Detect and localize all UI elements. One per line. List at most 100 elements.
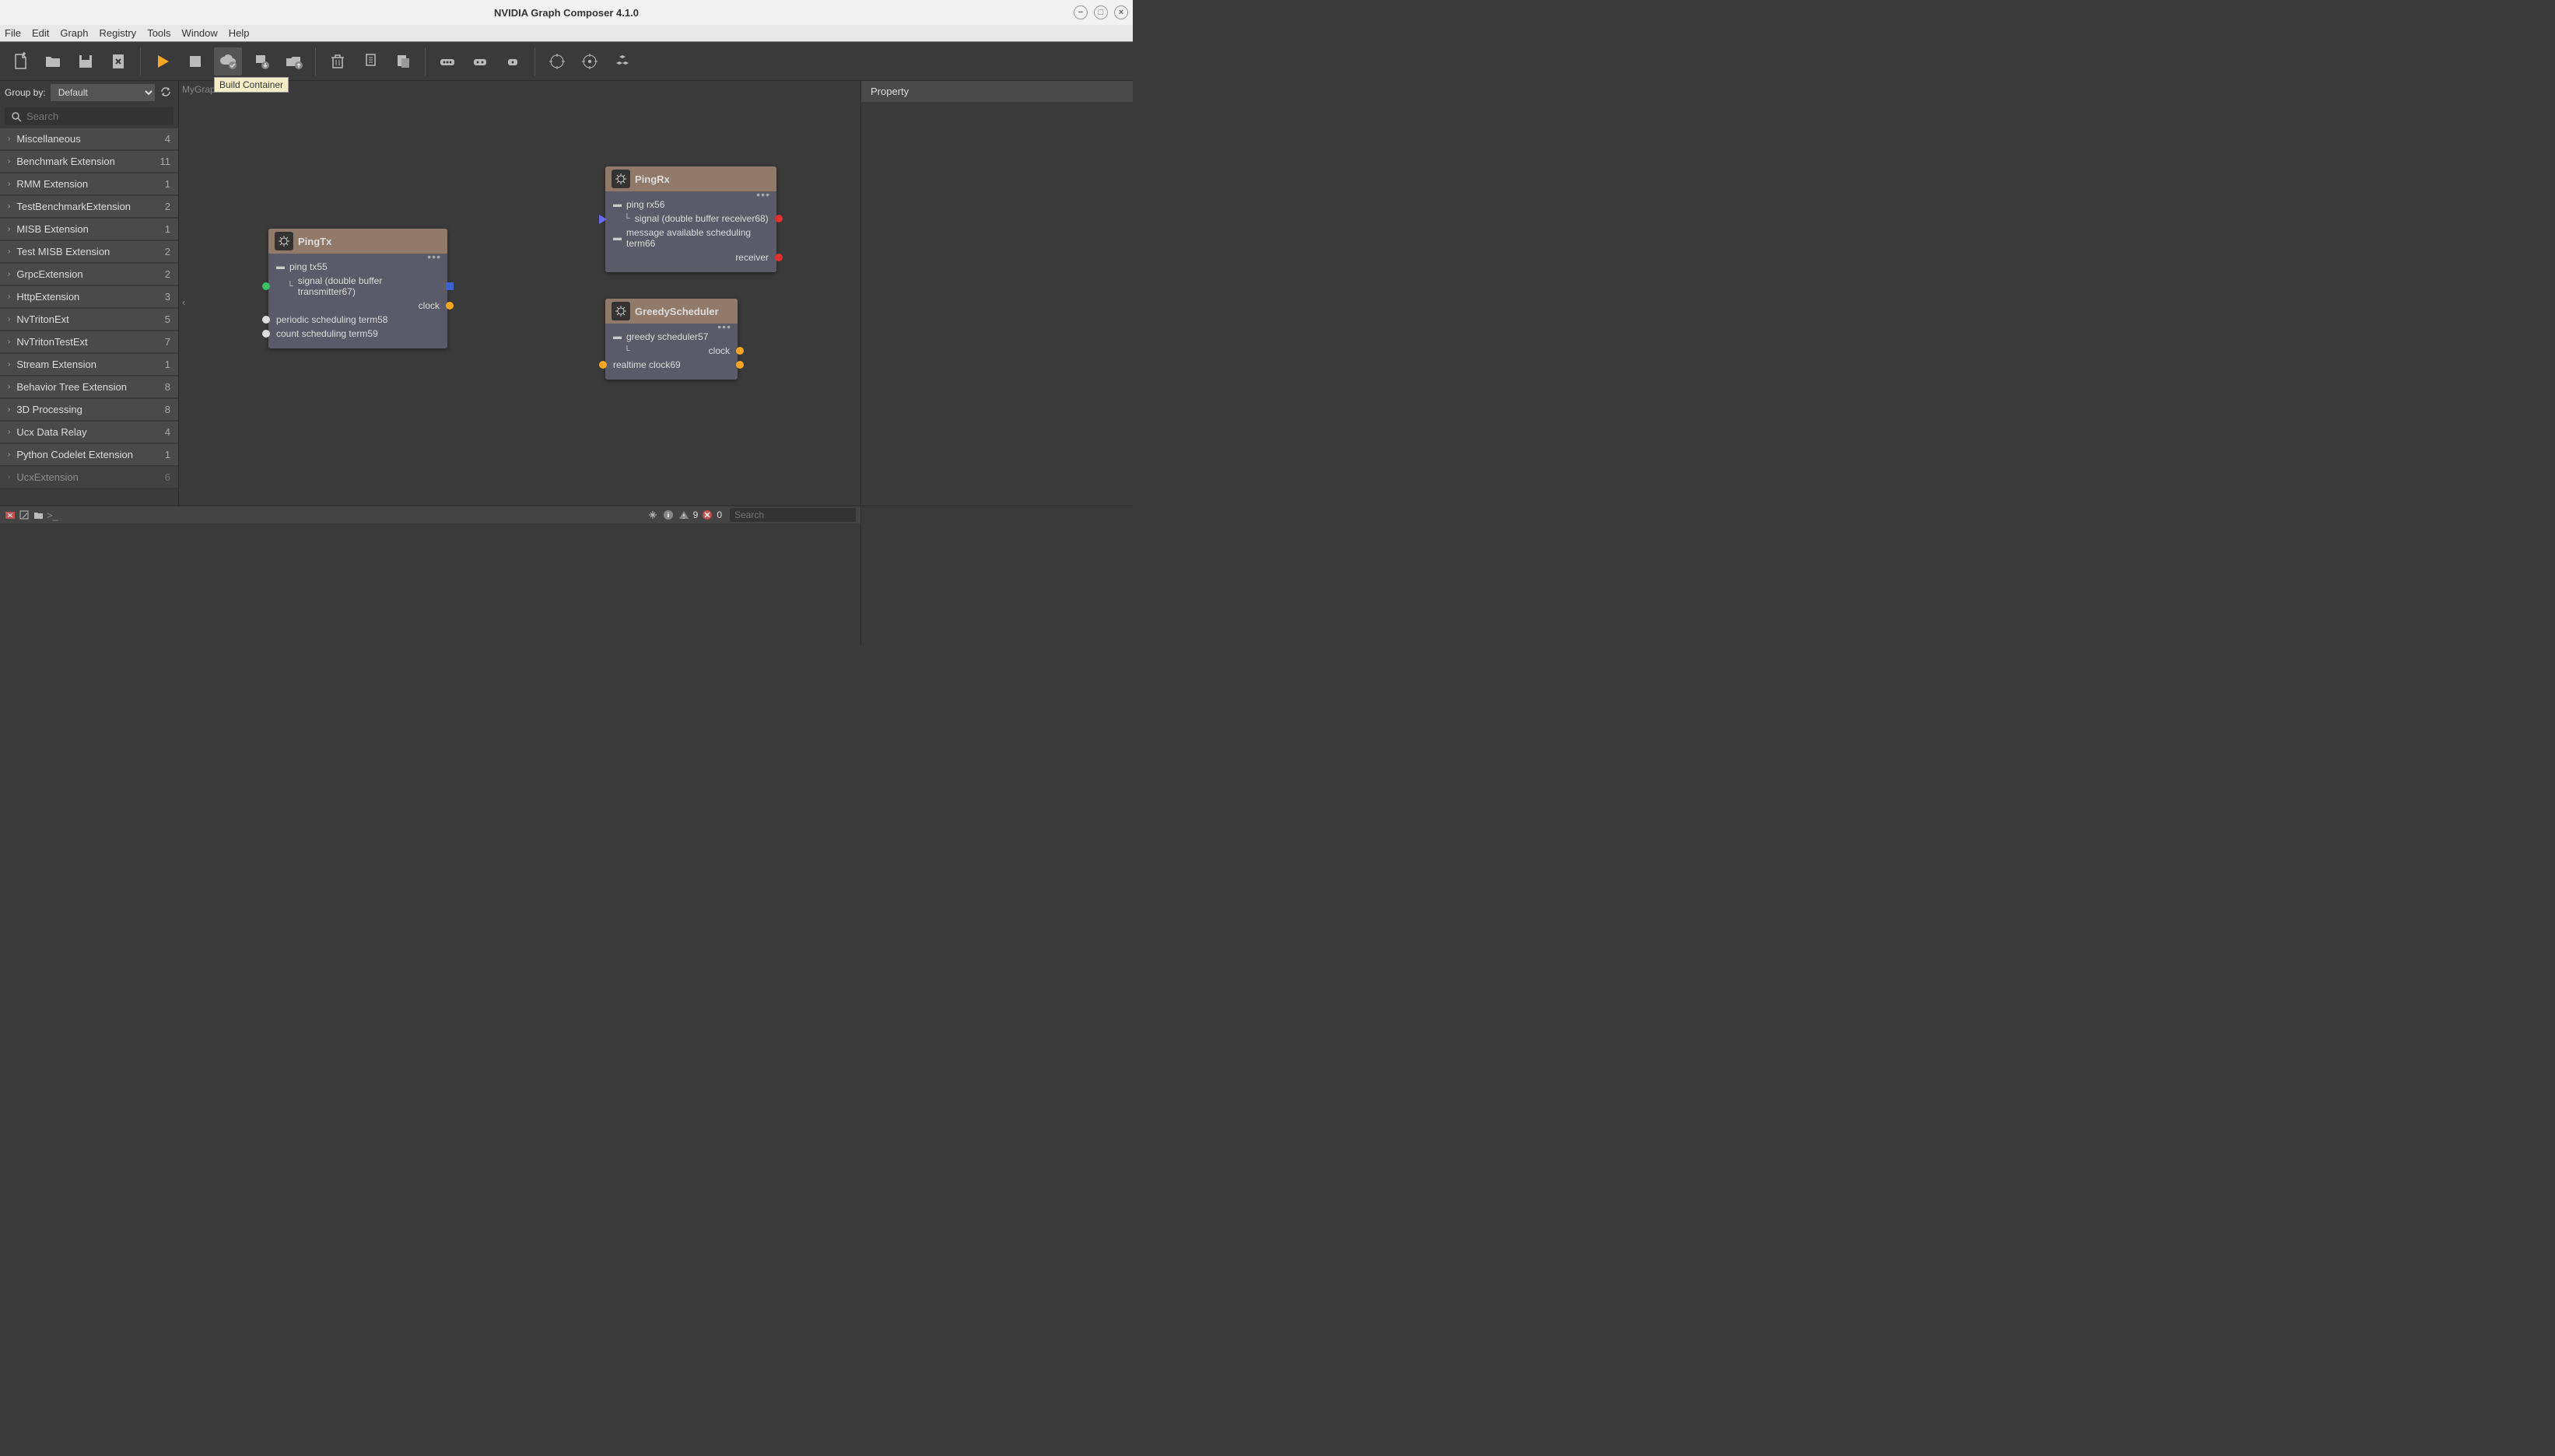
ext-item[interactable]: ›Test MISB Extension2 [0, 241, 178, 262]
cubes-button[interactable] [608, 47, 636, 75]
node-pingrx[interactable]: PingRx ••• ▬ping rx56 └ signal (double b… [605, 166, 776, 272]
menu-help[interactable]: Help [229, 27, 250, 39]
info-icon[interactable] [662, 509, 675, 521]
stop-button[interactable] [181, 47, 209, 75]
output-port[interactable] [775, 215, 783, 222]
extension-list[interactable]: ›Miscellaneous4 ›Benchmark Extension11 ›… [0, 128, 178, 506]
menu-file[interactable]: File [5, 27, 21, 39]
menu-tools[interactable]: Tools [147, 27, 170, 39]
ext-item[interactable]: ›RMM Extension1 [0, 173, 178, 194]
ext-item[interactable]: ›HttpExtension3 [0, 286, 178, 307]
folder-console-button[interactable] [33, 509, 44, 520]
graph-canvas[interactable]: MyGraph ‹ PingTx ••• ▬ping tx55 └ [179, 81, 860, 506]
ext-item[interactable]: ›Python Codelet Extension1 [0, 444, 178, 465]
paste-button[interactable] [389, 47, 417, 75]
ext-item[interactable]: ›Stream Extension1 [0, 354, 178, 375]
upload-button[interactable] [279, 47, 307, 75]
input-port[interactable] [262, 330, 270, 338]
toolbar-separator [140, 47, 141, 75]
minimize-button[interactable]: − [1074, 5, 1088, 19]
console-output[interactable] [0, 523, 860, 646]
console-search-input[interactable] [734, 509, 851, 520]
close-button[interactable]: × [1114, 5, 1128, 19]
node-pingtx[interactable]: PingTx ••• ▬ping tx55 └ signal (double b… [268, 229, 447, 348]
input-port[interactable] [262, 282, 270, 290]
ext-item[interactable]: ›GrpcExtension2 [0, 264, 178, 285]
output-port[interactable] [736, 361, 744, 369]
refresh-button[interactable] [159, 86, 173, 100]
chevron-right-icon: › [8, 225, 10, 233]
input-port[interactable] [599, 215, 607, 222]
console-status: 9 0 [647, 508, 856, 522]
menu-window[interactable]: Window [182, 27, 218, 39]
upload-icon [284, 52, 303, 71]
asterisk-icon[interactable] [647, 509, 659, 521]
error-icon[interactable] [701, 509, 713, 521]
output-port[interactable] [775, 254, 783, 261]
dot1-button[interactable] [499, 47, 527, 75]
node-header[interactable]: PingRx [605, 166, 776, 191]
ext-item[interactable]: ›Benchmark Extension11 [0, 151, 178, 172]
ext-item[interactable]: ›NvTritonExt5 [0, 309, 178, 330]
ext-item[interactable]: ›NvTritonTestExt7 [0, 331, 178, 352]
crosshair-center-button[interactable] [543, 47, 571, 75]
ext-item[interactable]: ›MISB Extension1 [0, 219, 178, 240]
chevron-right-icon: › [8, 473, 10, 481]
clear-icon [5, 509, 16, 520]
cloud-check-icon [219, 52, 237, 71]
folder-icon [44, 52, 62, 71]
node-header[interactable]: PingTx [268, 229, 447, 254]
trash-icon [328, 52, 347, 71]
minus-icon: ▬ [613, 200, 622, 209]
property-panel-header: Property [861, 81, 1133, 102]
sidebar-search[interactable] [5, 107, 173, 125]
collapse-sidebar-button[interactable]: ‹ [179, 293, 188, 311]
output-port[interactable] [446, 282, 454, 290]
dots2-button[interactable] [466, 47, 494, 75]
menu-bar: File Edit Graph Registry Tools Window He… [0, 25, 1133, 42]
maximize-button[interactable]: □ [1094, 5, 1108, 19]
groupby-row: Group by: Default [0, 81, 178, 104]
gear-icon [612, 302, 630, 320]
menu-edit[interactable]: Edit [32, 27, 49, 39]
window-title: NVIDIA Graph Composer 4.1.0 [494, 7, 639, 19]
crosshair-target-button[interactable] [576, 47, 604, 75]
ext-item[interactable]: ›TestBenchmarkExtension2 [0, 196, 178, 217]
tree-branch-icon: └ [287, 282, 293, 291]
ext-item[interactable]: ›3D Processing8 [0, 399, 178, 420]
copy-button[interactable] [356, 47, 384, 75]
save-button[interactable] [72, 47, 100, 75]
download-button[interactable] [247, 47, 275, 75]
sidebar-search-input[interactable] [26, 110, 167, 122]
groupby-select[interactable]: Default [51, 84, 155, 101]
search-icon [11, 111, 22, 122]
edit-console-button[interactable] [19, 509, 30, 520]
output-port[interactable] [736, 347, 744, 355]
dots3-button[interactable] [433, 47, 461, 75]
delete-file-button[interactable] [104, 47, 132, 75]
menu-graph[interactable]: Graph [60, 27, 88, 39]
open-folder-button[interactable] [39, 47, 67, 75]
input-port[interactable] [262, 316, 270, 324]
menu-registry[interactable]: Registry [100, 27, 137, 39]
chevron-right-icon: › [8, 135, 10, 143]
toolbar-separator [534, 47, 535, 75]
ext-item[interactable]: ›Ucx Data Relay4 [0, 422, 178, 443]
ext-item[interactable]: ›Behavior Tree Extension8 [0, 376, 178, 397]
warning-icon[interactable] [678, 509, 690, 521]
console-search[interactable] [730, 508, 856, 522]
node-row: ▬greedy scheduler57 [613, 330, 730, 344]
new-file-button[interactable] [6, 47, 34, 75]
play-button[interactable] [149, 47, 177, 75]
terminal-prompt: >_ [47, 509, 58, 521]
save-icon [76, 52, 95, 71]
output-port[interactable] [446, 302, 454, 310]
chevron-right-icon: › [8, 157, 10, 166]
trash-button[interactable] [324, 47, 352, 75]
ext-item[interactable]: ›UcxExtension6 [0, 467, 178, 488]
input-port[interactable] [599, 361, 607, 369]
ext-item[interactable]: ›Miscellaneous4 [0, 128, 178, 149]
build-container-button[interactable]: Build Container [214, 47, 242, 75]
node-greedyscheduler[interactable]: GreedyScheduler ••• ▬greedy scheduler57 … [605, 299, 738, 380]
clear-console-button[interactable] [5, 509, 16, 520]
